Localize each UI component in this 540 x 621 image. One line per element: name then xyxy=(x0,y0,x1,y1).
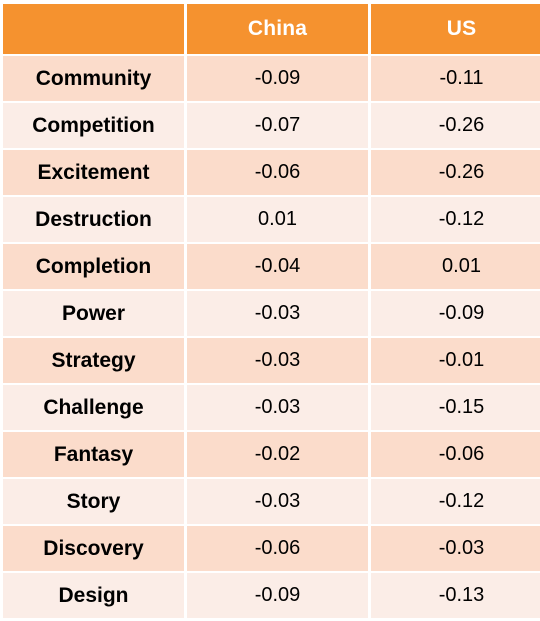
cell-china-value: -0.09 xyxy=(187,56,368,101)
comparison-table: China US Community -0.09 -0.11 Competition -… xyxy=(0,2,540,620)
cell-china-value: 0.01 xyxy=(187,197,368,242)
cell-us-value: -0.26 xyxy=(371,150,540,195)
table-container: China US Community -0.09 -0.11 Competition -… xyxy=(0,0,540,621)
row-label-cell: Challenge xyxy=(3,385,184,430)
table-row: Community -0.09 -0.11 xyxy=(3,56,540,101)
cell-us-value: -0.11 xyxy=(371,56,540,101)
table-row: Competition -0.07 -0.26 xyxy=(3,103,540,148)
cell-us-value: 0.01 xyxy=(371,244,540,289)
cell-china-value: -0.03 xyxy=(187,385,368,430)
table-row: Excitement -0.06 -0.26 xyxy=(3,150,540,195)
row-label-cell: Destruction xyxy=(3,197,184,242)
cell-us-value: -0.06 xyxy=(371,432,540,477)
header-cell-us: US xyxy=(371,4,540,54)
row-label-cell: Competition xyxy=(3,103,184,148)
row-label-cell: Excitement xyxy=(3,150,184,195)
cell-china-value: -0.06 xyxy=(187,526,368,571)
cell-us-value: -0.15 xyxy=(371,385,540,430)
cell-china-value: -0.02 xyxy=(187,432,368,477)
cell-china-value: -0.09 xyxy=(187,573,368,618)
table-body: Community -0.09 -0.11 Competition -0.07 -0.26… xyxy=(3,56,540,618)
table-row: Strategy -0.03 -0.01 xyxy=(3,338,540,383)
table-row: Completion -0.04 0.01 xyxy=(3,244,540,289)
header-row: China US xyxy=(3,4,540,54)
cell-china-value: -0.04 xyxy=(187,244,368,289)
cell-us-value: -0.12 xyxy=(371,197,540,242)
cell-china-value: -0.03 xyxy=(187,291,368,336)
cell-china-value: -0.03 xyxy=(187,479,368,524)
table-row: Destruction 0.01 -0.12 xyxy=(3,197,540,242)
header-cell-corner xyxy=(3,4,184,54)
table-row: Story -0.03 -0.12 xyxy=(3,479,540,524)
row-label-cell: Story xyxy=(3,479,184,524)
row-label-cell: Strategy xyxy=(3,338,184,383)
cell-us-value: -0.26 xyxy=(371,103,540,148)
table-header: China US xyxy=(3,4,540,54)
cell-china-value: -0.03 xyxy=(187,338,368,383)
row-label-cell: Completion xyxy=(3,244,184,289)
cell-china-value: -0.06 xyxy=(187,150,368,195)
cell-us-value: -0.13 xyxy=(371,573,540,618)
table-row: Design -0.09 -0.13 xyxy=(3,573,540,618)
cell-us-value: -0.03 xyxy=(371,526,540,571)
table-row: Challenge -0.03 -0.15 xyxy=(3,385,540,430)
table-row: Discovery -0.06 -0.03 xyxy=(3,526,540,571)
cell-us-value: -0.09 xyxy=(371,291,540,336)
cell-china-value: -0.07 xyxy=(187,103,368,148)
cell-us-value: -0.01 xyxy=(371,338,540,383)
table-row: Fantasy -0.02 -0.06 xyxy=(3,432,540,477)
header-cell-china: China xyxy=(187,4,368,54)
row-label-cell: Design xyxy=(3,573,184,618)
row-label-cell: Discovery xyxy=(3,526,184,571)
row-label-cell: Power xyxy=(3,291,184,336)
table-row: Power -0.03 -0.09 xyxy=(3,291,540,336)
cell-us-value: -0.12 xyxy=(371,479,540,524)
row-label-cell: Fantasy xyxy=(3,432,184,477)
row-label-cell: Community xyxy=(3,56,184,101)
